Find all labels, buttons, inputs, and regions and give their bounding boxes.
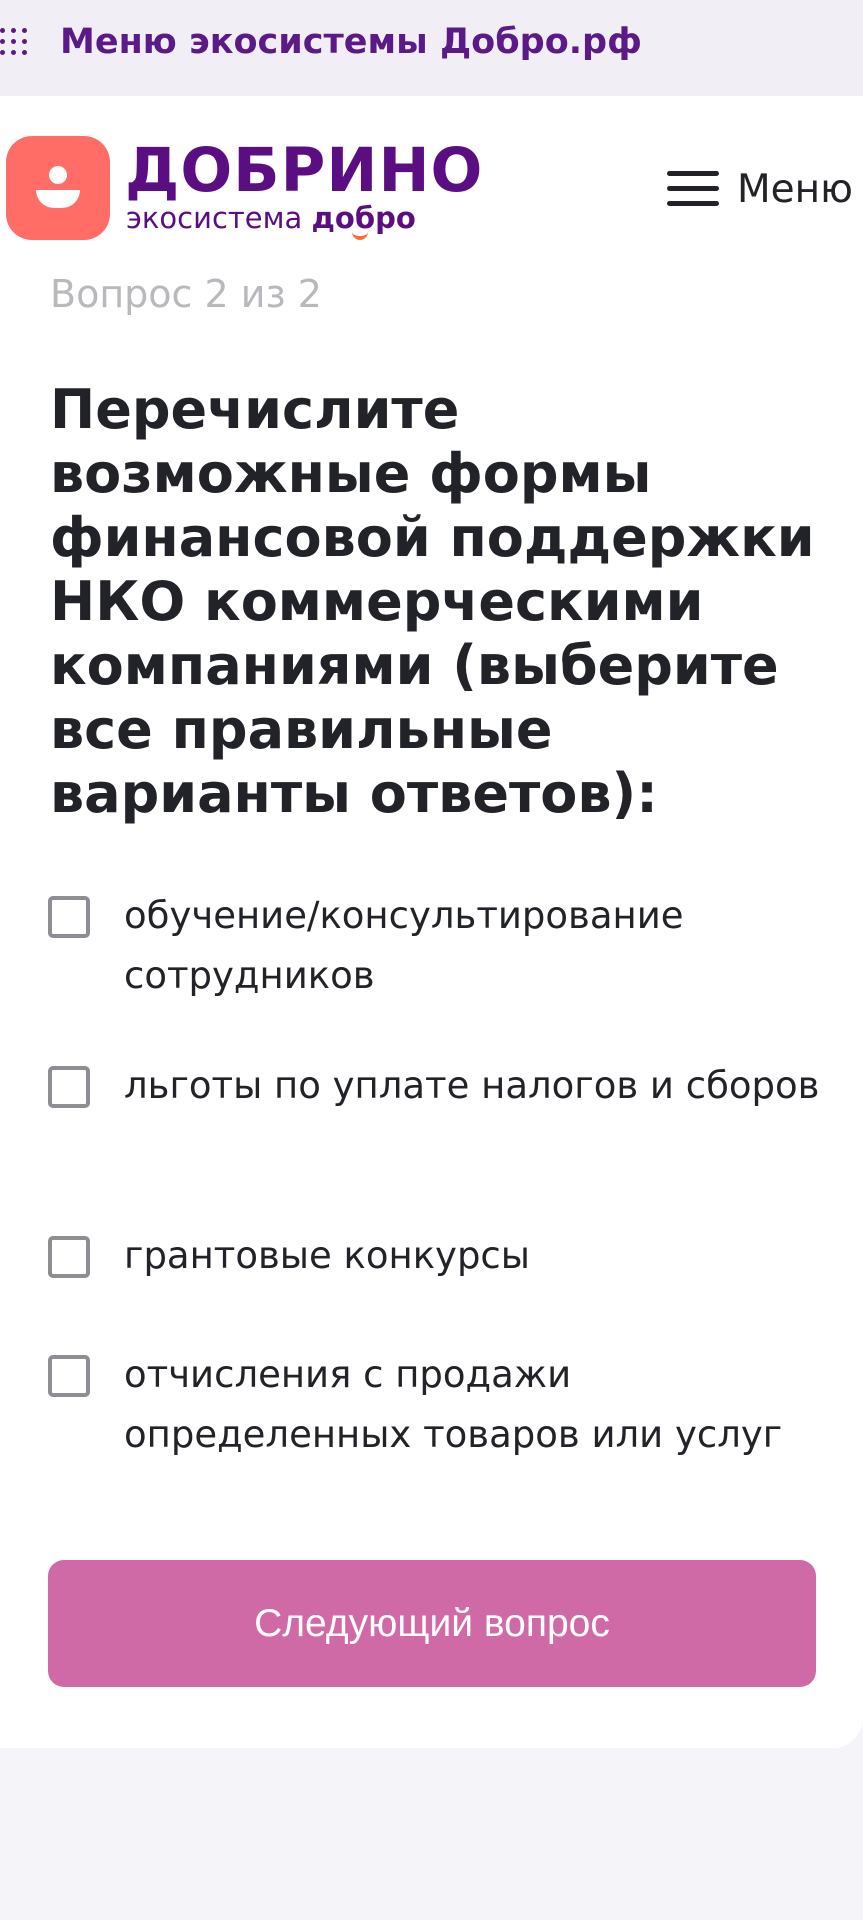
question-progress: Вопрос 2 из 2 <box>50 272 322 316</box>
logo-subtitle: экосистема добро <box>126 200 416 236</box>
checkbox[interactable] <box>48 1236 90 1278</box>
smile-icon <box>352 228 368 240</box>
logo-subtitle-prefix: экосистема <box>126 201 303 235</box>
ecosystem-menu-label[interactable]: Меню экосистемы Добро.рф <box>60 22 642 62</box>
quiz-card: ДОБРИНО экосистема добро Меню Вопрос 2 и… <box>0 96 863 1748</box>
answer-label[interactable]: льготы по уплате налогов и сборов <box>124 1056 824 1116</box>
menu-label[interactable]: Меню <box>737 167 853 212</box>
hamburger-icon[interactable] <box>665 169 721 209</box>
answer-option[interactable]: грантовые конкурсы <box>48 1226 838 1286</box>
next-question-button[interactable]: Следующий вопрос <box>48 1560 816 1687</box>
menu-button[interactable]: Меню <box>665 162 863 216</box>
checkbox[interactable] <box>48 1066 90 1108</box>
answer-label[interactable]: отчисления с продажи определенных товаро… <box>124 1345 824 1465</box>
answer-label[interactable]: обучение/консультирование сотрудников <box>124 886 824 1006</box>
grid-dots-icon <box>0 28 34 62</box>
logo-title[interactable]: ДОБРИНО <box>125 136 483 206</box>
answer-option[interactable]: обучение/консультирование сотрудников <box>48 886 838 1006</box>
checkbox[interactable] <box>48 1355 90 1397</box>
answer-label[interactable]: грантовые конкурсы <box>124 1226 824 1286</box>
answer-option[interactable]: отчисления с продажи определенных товаро… <box>48 1345 838 1465</box>
question-text: Перечислите возможные формы финансовой п… <box>50 378 815 825</box>
checkbox[interactable] <box>48 896 90 938</box>
ecosystem-menu-bar[interactable]: Меню экосистемы Добро.рф <box>0 0 863 96</box>
person-icon[interactable] <box>6 136 110 240</box>
answer-option[interactable]: льготы по уплате налогов и сборов <box>48 1056 838 1116</box>
